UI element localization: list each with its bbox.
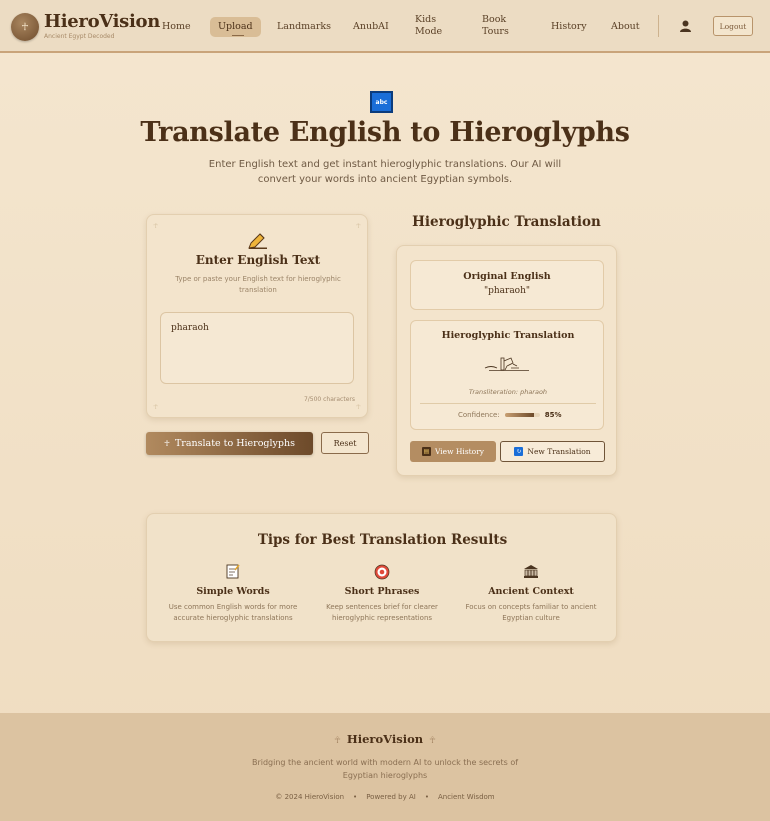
- ancient-wisdom-text: Ancient Wisdom: [437, 793, 495, 801]
- abc-icon: abc: [370, 91, 393, 113]
- book-icon: ▤: [421, 447, 431, 456]
- target-icon: [307, 564, 457, 582]
- user-icon[interactable]: [680, 20, 691, 32]
- original-english-value: "pharaoh": [483, 286, 531, 296]
- hieroglyph-box: Hieroglyphic Translation Transliteration…: [410, 320, 604, 430]
- separator: •: [353, 793, 358, 801]
- hieroglyph-glyphs: [484, 357, 529, 371]
- tip-description: Keep sentences brief for clearer hierogl…: [326, 603, 438, 622]
- confidence-row: Confidence: 85%: [458, 411, 561, 419]
- corner-ornament-icon: ☥: [355, 403, 361, 411]
- nav-anubai[interactable]: AnubAI: [353, 21, 389, 33]
- tip-description: Focus on concepts familiar to ancient Eg…: [465, 603, 597, 622]
- original-english-label: Original English: [463, 271, 551, 282]
- translate-button[interactable]: ☥ Translate to Hieroglyphs: [146, 432, 313, 455]
- footer-tagline: Bridging the ancient world with modern A…: [251, 758, 519, 780]
- footer: ☥ HieroVision ☥ Bridging the ancient world…: [0, 713, 770, 821]
- hieroglyph-label: Hieroglyphic Translation: [441, 330, 575, 341]
- page-title: Translate English to Hieroglyphs: [140, 117, 630, 148]
- tip-title: Simple Words: [196, 586, 270, 597]
- new-translation-button[interactable]: ↻ New Translation: [500, 441, 605, 462]
- tip-title: Short Phrases: [344, 586, 420, 597]
- footer-brand-name[interactable]: HieroVision: [347, 732, 423, 746]
- confidence-bar-fill: [504, 413, 535, 417]
- brand-tagline: Ancient Egypt Decoded: [44, 33, 115, 40]
- view-history-label: View History: [434, 447, 485, 456]
- result-card: Original English "pharaoh" Hieroglyphic …: [396, 245, 617, 476]
- reset-button[interactable]: Reset: [321, 432, 369, 454]
- tip-short-phrases: Short Phrases Keep sentences brief for c…: [307, 564, 457, 624]
- divider: [420, 403, 596, 404]
- nav-upload[interactable]: Upload: [210, 17, 261, 37]
- translate-button-label: Translate to Hieroglyphs: [174, 438, 295, 449]
- tip-description: Use common English words for more accura…: [168, 603, 298, 622]
- transliteration: Transliteration: pharaoh: [468, 388, 548, 396]
- temple-icon: [456, 564, 606, 582]
- ankh-icon[interactable]: ☥: [11, 13, 39, 41]
- separator: •: [424, 793, 429, 801]
- confidence-bar: [504, 413, 540, 417]
- tip-ancient-context: Ancient Context Focus on concepts famili…: [456, 564, 606, 624]
- original-english-box: Original English "pharaoh": [410, 260, 604, 310]
- confidence-value: 85%: [544, 411, 562, 419]
- input-card-title: Enter English Text: [195, 253, 321, 267]
- brand[interactable]: HieroVision Ancient Egypt Decoded: [44, 11, 161, 41]
- tip-title: Ancient Context: [488, 586, 574, 597]
- pencil-icon: [248, 233, 267, 249]
- nav-about[interactable]: About: [611, 21, 640, 33]
- ankh-icon: ☥: [334, 736, 341, 746]
- powered-by-text: Powered by AI: [366, 793, 416, 801]
- footer-links: © 2024 HieroVision • Powered by AI • Ancient…: [0, 793, 770, 801]
- nav-home[interactable]: Home: [162, 21, 191, 33]
- corner-ornament-icon: ☥: [153, 222, 159, 230]
- nav-divider: [658, 15, 659, 37]
- nav-history[interactable]: History: [551, 21, 587, 33]
- corner-ornament-icon: ☥: [153, 403, 159, 411]
- refresh-icon: ↻: [514, 447, 524, 456]
- tip-simple-words: Simple Words Use common English words fo…: [158, 564, 308, 624]
- nav-kids-mode[interactable]: Kids Mode: [415, 14, 445, 38]
- logout-button[interactable]: Logout: [713, 16, 753, 36]
- brand-title: HieroVision: [44, 11, 161, 32]
- tips-title: Tips for Best Translation Results: [257, 532, 508, 548]
- ankh-icon: ☥: [164, 439, 170, 448]
- copyright-text: © 2024 HieroVision: [275, 793, 345, 801]
- new-translation-label: New Translation: [527, 447, 591, 456]
- ankh-icon: ☥: [429, 736, 436, 746]
- corner-ornament-icon: ☥: [355, 222, 361, 230]
- character-count: 7/500 characters: [303, 396, 355, 403]
- footer-brand: ☥ HieroVision ☥: [0, 732, 770, 746]
- nav-book-tours[interactable]: Book Tours: [482, 14, 512, 38]
- nav-landmarks[interactable]: Landmarks: [277, 21, 331, 33]
- result-heading: Hieroglyphic Translation: [412, 214, 601, 230]
- page-subtitle: Enter English text and get instant hiero…: [208, 159, 562, 185]
- tips-card: Tips for Best Translation Results Simple…: [146, 513, 617, 642]
- memo-icon: [158, 564, 308, 582]
- input-card: ☥ ☥ ☥ ☥ Enter English Text Type or paste…: [146, 214, 368, 418]
- english-text-input[interactable]: pharaoh: [160, 312, 354, 384]
- input-card-description: Type or paste your English text for hier…: [175, 275, 341, 294]
- confidence-label: Confidence:: [458, 411, 500, 419]
- top-navbar: ☥ HieroVision Ancient Egypt Decoded Home…: [0, 0, 770, 53]
- view-history-button[interactable]: ▤ View History: [410, 441, 496, 462]
